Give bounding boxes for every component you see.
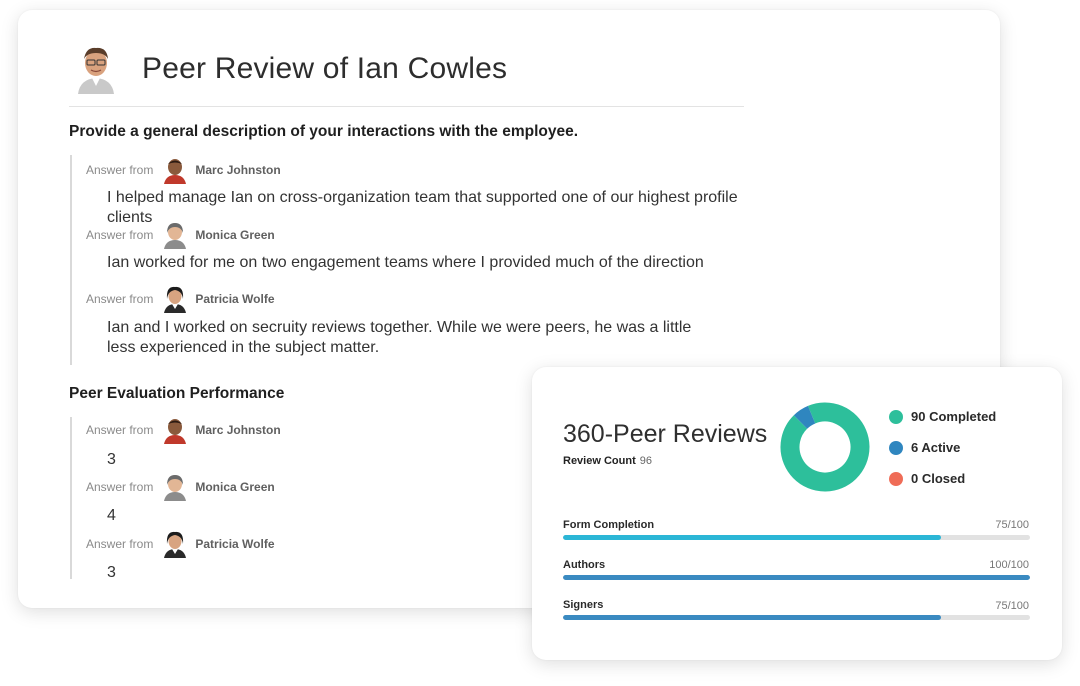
answer-meta: Answer from Monica Green <box>86 472 275 502</box>
answer-author[interactable]: Patricia Wolfe <box>195 537 274 551</box>
answer-author[interactable]: Monica Green <box>195 480 274 494</box>
answer-from-label: Answer from <box>86 537 154 551</box>
answer-from-label: Answer from <box>86 480 154 494</box>
employee-avatar <box>78 47 114 94</box>
review-count: Review Count 96 <box>563 455 652 467</box>
legend-dot <box>889 409 903 424</box>
avatar-monica-green <box>164 475 187 501</box>
legend-active[interactable]: 6 Active <box>889 440 960 455</box>
avatar-marc-johnston <box>164 419 187 444</box>
stats-title: 360-Peer Reviews <box>563 420 768 448</box>
answer-meta: Answer from Patricia Wolfe <box>86 284 275 314</box>
answer-from-label: Answer from <box>86 292 154 306</box>
question-peer-evaluation: Peer Evaluation Performance <box>69 385 285 402</box>
progress-value: 75/100 <box>995 519 1029 531</box>
progress-label: Signers <box>563 599 604 611</box>
progress-label: Authors <box>563 559 606 571</box>
title-divider <box>69 106 744 107</box>
answer-author[interactable]: Monica Green <box>195 228 274 242</box>
answer-author[interactable]: Marc Johnston <box>195 423 280 437</box>
answer-text: Ian and I worked on secruity reviews tog… <box>107 319 692 356</box>
answer-from-label: Answer from <box>86 228 154 242</box>
answer-meta: Answer from Monica Green <box>86 220 275 250</box>
progress-fill <box>563 575 1030 580</box>
donut-slice-0 <box>780 402 870 492</box>
page-title: Peer Review of Ian Cowles <box>142 52 508 85</box>
progress-value: 100/100 <box>989 559 1029 571</box>
answer-from-label: Answer from <box>86 163 154 177</box>
legend-dot <box>889 440 903 455</box>
question-interactions: Provide a general description of your in… <box>69 123 579 140</box>
answer-meta: Answer from Marc Johnston <box>86 415 281 445</box>
progress-fill <box>563 535 942 540</box>
legend-closed[interactable]: 0 Closed <box>889 471 965 486</box>
review-count-value: 96 <box>639 455 652 467</box>
legend-label: 90 Completed <box>911 409 997 424</box>
legend-label: 0 Closed <box>911 471 966 486</box>
legend-dot <box>889 471 903 486</box>
answers-rule <box>70 155 72 365</box>
progress-fill <box>563 615 942 620</box>
progress-track-authors <box>563 575 1030 580</box>
progress-value: 75/100 <box>995 600 1029 612</box>
avatar-monica-green <box>164 223 187 249</box>
answer-author[interactable]: Marc Johnston <box>195 163 280 177</box>
progress-label: Form Completion <box>563 519 655 531</box>
progress-track-signers <box>563 615 1030 620</box>
avatar-patricia-wolfe <box>164 531 187 558</box>
answers-rule <box>70 417 72 579</box>
answer-meta: Answer from Patricia Wolfe <box>86 529 275 559</box>
answer-author[interactable]: Patricia Wolfe <box>195 292 274 306</box>
review-count-label: Review Count <box>563 455 636 467</box>
legend-label: 6 Active <box>911 440 961 455</box>
progress-track-form-completion <box>563 535 1030 540</box>
answer-text: Ian worked for me on two engagement team… <box>107 254 704 271</box>
avatar-marc-johnston <box>164 159 187 184</box>
answer-from-label: Answer from <box>86 423 154 437</box>
reviews-donut-chart <box>780 402 870 492</box>
legend-completed[interactable]: 90 Completed <box>889 409 996 424</box>
answer-meta: Answer from Marc Johnston <box>86 155 281 185</box>
avatar-patricia-wolfe <box>164 286 187 313</box>
